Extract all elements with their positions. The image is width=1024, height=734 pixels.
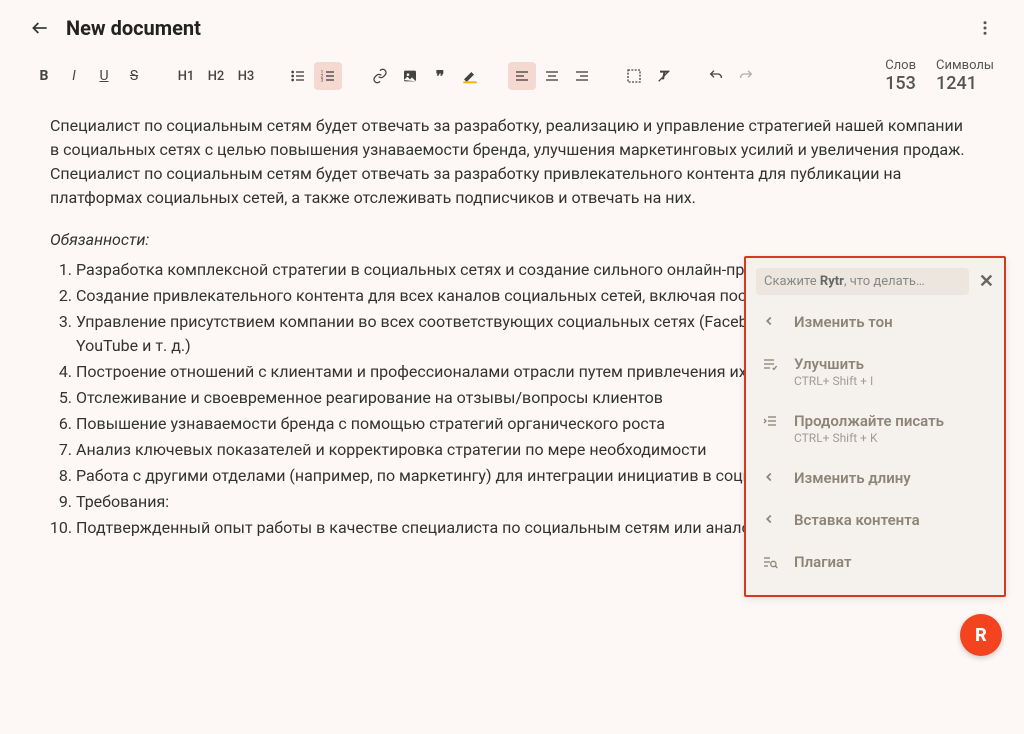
quote-button[interactable]: ❞ (426, 62, 454, 90)
menu-item-shortcut: CTRL+ Shift + I (794, 374, 873, 388)
chevron-left-icon (762, 470, 780, 484)
context-menu-item[interactable]: Вставка контента (746, 499, 1004, 541)
chevron-left-icon (762, 314, 780, 328)
bold-button[interactable]: B (30, 62, 58, 90)
strike-button[interactable]: S (120, 62, 148, 90)
align-left-button[interactable] (508, 62, 536, 90)
menu-item-label: Вставка контента (794, 511, 920, 529)
header: New document (0, 0, 1024, 50)
align-center-button[interactable] (538, 62, 566, 90)
bullet-list-button[interactable] (284, 62, 312, 90)
char-count-label: Символы (936, 58, 994, 73)
back-arrow-icon[interactable] (30, 18, 50, 38)
menu-item-shortcut: CTRL+ Shift + K (794, 431, 944, 445)
section-title: Обязанности: (50, 228, 974, 252)
chevron-left-icon (762, 512, 780, 526)
continue-icon (762, 413, 780, 429)
h1-button[interactable]: H1 (172, 62, 200, 90)
ordered-list-button[interactable]: 123 (314, 62, 342, 90)
context-menu-item[interactable]: Плагиат (746, 541, 1004, 583)
context-menu-item[interactable]: Изменить длину (746, 457, 1004, 499)
intro-paragraph: Специалист по социальным сетям будет отв… (50, 114, 974, 210)
placeholder-pre: Скажите (764, 274, 820, 289)
toolbar: B I U S H1 H2 H3 123 ❞ (0, 50, 1024, 114)
clear-group (620, 62, 678, 90)
select-all-button[interactable] (620, 62, 648, 90)
header-left: New document (30, 16, 201, 40)
improve-icon (762, 356, 780, 372)
rytr-command-input[interactable]: Скажите Rytr, что делать… (756, 268, 969, 295)
list-group: 123 (284, 62, 342, 90)
align-right-button[interactable] (568, 62, 596, 90)
context-menu-item[interactable]: Продолжайте писатьCTRL+ Shift + K (746, 400, 1004, 457)
menu-item-label: Изменить длину (794, 469, 911, 487)
align-group (508, 62, 596, 90)
menu-item-label: Плагиат (794, 553, 852, 571)
placeholder-post: , что делать… (844, 274, 925, 289)
context-menu-item[interactable]: Изменить тон (746, 301, 1004, 343)
undo-button[interactable] (702, 62, 730, 90)
h2-button[interactable]: H2 (202, 62, 230, 90)
placeholder-brand: Rytr (820, 274, 844, 289)
context-menu-item[interactable]: УлучшитьCTRL+ Shift + I (746, 343, 1004, 400)
char-count-value: 1241 (936, 73, 977, 94)
more-menu-icon[interactable] (976, 19, 994, 37)
rytr-context-menu: Скажите Rytr, что делать… ✕ Изменить тон… (744, 256, 1006, 597)
word-count: Слов 153 (885, 58, 916, 94)
underline-button[interactable]: U (90, 62, 118, 90)
format-group: B I U S (30, 62, 148, 90)
plagiarism-icon (762, 554, 780, 570)
menu-item-label: Продолжайте писать (794, 412, 944, 430)
history-group (702, 62, 760, 90)
close-icon[interactable]: ✕ (979, 271, 994, 292)
fab-label: R (975, 625, 987, 646)
link-button[interactable] (366, 62, 394, 90)
counters: Слов 153 Символы 1241 (885, 58, 994, 94)
highlight-button[interactable] (456, 62, 484, 90)
italic-button[interactable]: I (60, 62, 88, 90)
word-count-label: Слов (885, 58, 916, 73)
redo-button[interactable] (732, 62, 760, 90)
char-count: Символы 1241 (936, 58, 994, 94)
document-title: New document (66, 16, 201, 40)
heading-group: H1 H2 H3 (172, 62, 260, 90)
image-button[interactable] (396, 62, 424, 90)
clear-format-button[interactable] (650, 62, 678, 90)
context-menu-header: Скажите Rytr, что делать… ✕ (746, 264, 1004, 301)
svg-text:3: 3 (321, 77, 324, 83)
h3-button[interactable]: H3 (232, 62, 260, 90)
word-count-value: 153 (885, 73, 916, 94)
menu-item-label: Улучшить (794, 355, 873, 373)
menu-item-label: Изменить тон (794, 313, 893, 331)
insert-group: ❞ (366, 62, 484, 90)
rytr-fab-button[interactable]: R (960, 614, 1002, 656)
